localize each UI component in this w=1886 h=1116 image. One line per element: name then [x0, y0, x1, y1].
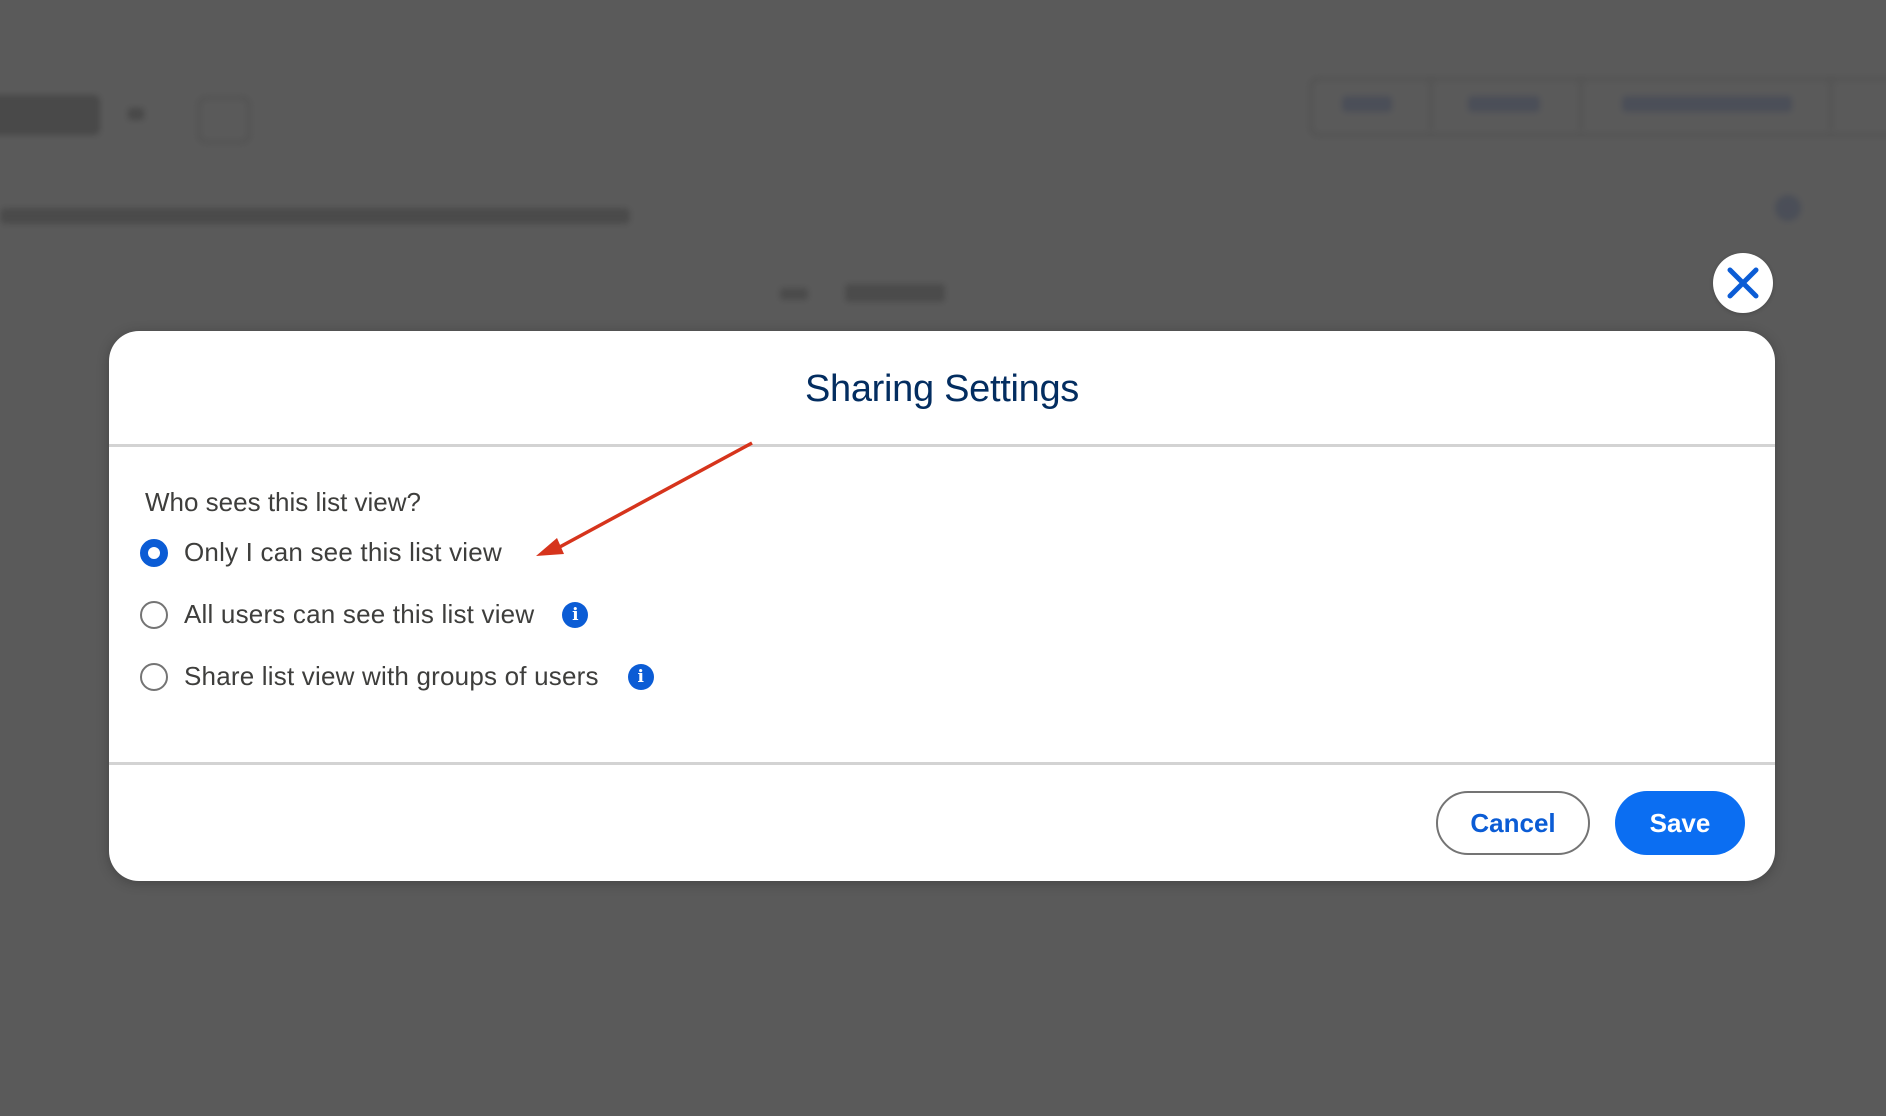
background-subtitle [0, 208, 630, 224]
modal-footer: Cancel Save [109, 765, 1775, 881]
sharing-settings-modal: Sharing Settings Who sees this list view… [109, 331, 1775, 881]
modal-body: Who sees this list view? Only I can see … [109, 447, 1775, 765]
option-label: Share list view with groups of users [184, 661, 599, 691]
background-element [845, 284, 945, 302]
background-button-group [1310, 78, 1886, 136]
radio-button-checked[interactable] [140, 538, 168, 567]
info-icon[interactable]: i [627, 663, 654, 690]
radio-button[interactable] [140, 662, 168, 691]
option-label: All users can see this list view [184, 599, 535, 629]
cancel-button[interactable]: Cancel [1436, 791, 1590, 855]
save-button[interactable]: Save [1615, 791, 1745, 855]
background-separator [1430, 80, 1432, 130]
modal-header: Sharing Settings [109, 331, 1775, 447]
visibility-question: Who sees this list view? [145, 487, 421, 517]
option-only-me[interactable]: Only I can see this list view [140, 537, 502, 568]
option-label: Only I can see this list view [184, 537, 502, 567]
background-button-text [1342, 96, 1392, 112]
radio-button[interactable] [140, 600, 168, 629]
info-icon[interactable]: i [562, 601, 589, 628]
close-icon [1727, 267, 1759, 299]
option-share-groups[interactable]: Share list view with groups of users i [140, 661, 654, 692]
modal-title: Sharing Settings [804, 368, 1080, 410]
background-icon [1775, 195, 1801, 221]
background-button-text [1622, 96, 1792, 112]
close-button[interactable] [1713, 253, 1773, 313]
background-page-title [0, 95, 100, 135]
background-element [780, 288, 808, 300]
background-button-text [1468, 96, 1540, 112]
background-separator [1830, 80, 1832, 130]
background-chevron [128, 108, 144, 120]
option-all-users[interactable]: All users can see this list view i [140, 599, 589, 630]
background-separator [1580, 80, 1582, 130]
background-pin-button [198, 97, 250, 143]
